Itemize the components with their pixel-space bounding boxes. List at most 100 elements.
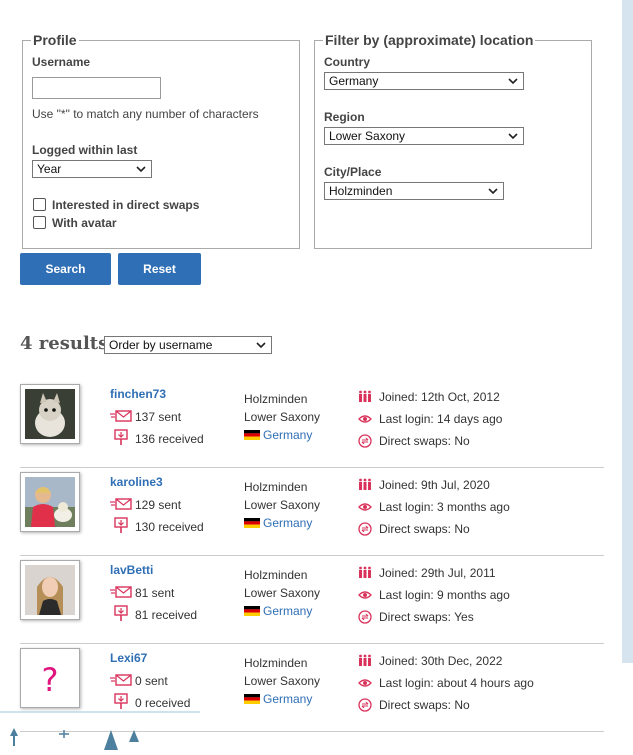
avatar[interactable]: ?	[20, 648, 80, 708]
sent-count: 129 sent	[135, 498, 182, 512]
user-row: finchen73 137 sent 136 received Holzminden L…	[20, 380, 604, 468]
user-city: Holzminden	[244, 480, 308, 494]
country-select[interactable]: Germany	[324, 72, 524, 90]
region-select[interactable]: Lower Saxony	[324, 127, 524, 145]
country-label: Country	[324, 55, 370, 69]
location-fieldset: Filter by (approximate) location Country…	[314, 32, 592, 249]
received-mailbox-icon	[114, 605, 128, 621]
chevron-down-icon	[508, 133, 518, 140]
direct-swaps-status: Direct swaps: No	[379, 522, 470, 536]
user-region: Lower Saxony	[244, 498, 321, 512]
people-icon	[359, 478, 371, 490]
location-legend: Filter by (approximate) location	[323, 32, 536, 48]
direct-swaps-status: Direct swaps: Yes	[379, 610, 474, 624]
avatar[interactable]	[20, 384, 80, 444]
swap-icon	[358, 434, 372, 448]
sent-envelope-icon	[110, 410, 132, 422]
swap-icon	[358, 522, 372, 536]
with-avatar-checkbox[interactable]	[33, 216, 46, 229]
avatar[interactable]	[20, 472, 80, 532]
region-label: Region	[324, 110, 365, 124]
user-region: Lower Saxony	[244, 410, 321, 424]
eye-icon	[358, 591, 372, 599]
username-link[interactable]: finchen73	[110, 387, 166, 401]
sent-envelope-icon	[110, 586, 132, 598]
germany-flag-icon	[244, 518, 260, 528]
sent-envelope-icon	[110, 674, 132, 686]
user-city: Holzminden	[244, 568, 308, 582]
direct-swaps-status: Direct swaps: No	[379, 434, 470, 448]
decorative-trees	[0, 711, 200, 750]
right-side-strip	[622, 0, 633, 663]
sent-count: 137 sent	[135, 410, 182, 424]
search-button[interactable]: Search	[20, 253, 111, 285]
swap-icon	[358, 610, 372, 624]
last-login: Last login: about 4 hours ago	[379, 676, 534, 690]
user-region: Lower Saxony	[244, 586, 321, 600]
user-row: karoline3 129 sent 130 received Holzminden L…	[20, 468, 604, 556]
eye-icon	[358, 415, 372, 423]
eye-icon	[358, 679, 372, 687]
profile-legend: Profile	[31, 32, 79, 48]
country-link[interactable]: Germany	[263, 604, 312, 618]
svg-text:?: ?	[42, 661, 59, 699]
sent-count: 81 sent	[135, 586, 175, 600]
people-icon	[359, 654, 371, 666]
received-count: 130 received	[135, 520, 204, 534]
last-login: Last login: 9 months ago	[379, 588, 510, 602]
order-by-select[interactable]: Order by username	[104, 336, 272, 354]
country-link[interactable]: Germany	[263, 428, 312, 442]
sent-count: 0 sent	[135, 674, 168, 688]
country-link[interactable]: Germany	[263, 692, 312, 706]
woman-portrait-photo	[25, 565, 75, 615]
logged-within-select[interactable]: Year	[32, 160, 152, 178]
eye-icon	[358, 503, 372, 511]
direct-swaps-label: Interested in direct swaps	[52, 198, 200, 212]
germany-flag-icon	[244, 694, 260, 704]
germany-flag-icon	[244, 606, 260, 616]
city-select[interactable]: Holzminden	[324, 182, 504, 200]
people-icon	[359, 566, 371, 578]
chevron-down-icon	[508, 78, 518, 85]
user-city: Holzminden	[244, 656, 308, 670]
wildcard-note: Use "*" to match any number of character…	[32, 107, 259, 121]
joined-date: Joined: 29th Jul, 2011	[379, 566, 496, 580]
question-mark-icon: ?	[42, 661, 59, 699]
last-login: Last login: 3 months ago	[379, 500, 510, 514]
received-mailbox-icon	[114, 517, 128, 533]
user-region: Lower Saxony	[244, 674, 321, 688]
cat-photo	[25, 389, 75, 439]
received-count: 136 received	[135, 432, 204, 446]
username-label: Username	[32, 55, 91, 69]
city-label: City/Place	[324, 165, 382, 179]
received-mailbox-icon	[114, 429, 128, 445]
joined-date: Joined: 12th Oct, 2012	[379, 390, 500, 404]
people-icon	[359, 390, 371, 402]
chevron-down-icon	[136, 166, 146, 173]
username-link[interactable]: lavBetti	[110, 563, 153, 577]
joined-date: Joined: 30th Dec, 2022	[379, 654, 503, 668]
reset-button[interactable]: Reset	[118, 253, 201, 285]
germany-flag-icon	[244, 430, 260, 440]
username-link[interactable]: karoline3	[110, 475, 163, 489]
user-row: lavBetti 81 sent 81 received Holzminden Lowe…	[20, 556, 604, 644]
swap-icon	[358, 698, 372, 712]
sent-envelope-icon	[110, 498, 132, 510]
username-link[interactable]: Lexi67	[110, 651, 147, 665]
joined-date: Joined: 9th Jul, 2020	[379, 478, 490, 492]
avatar[interactable]	[20, 560, 80, 620]
person-with-dog-photo	[25, 477, 75, 527]
with-avatar-label: With avatar	[52, 216, 117, 230]
chevron-down-icon	[256, 342, 266, 349]
direct-swaps-status: Direct swaps: No	[379, 698, 470, 712]
results-count: 4 results	[20, 333, 109, 354]
received-count: 81 received	[135, 608, 198, 622]
logged-within-label: Logged within last	[32, 143, 138, 157]
username-input[interactable]	[32, 77, 161, 99]
user-city: Holzminden	[244, 392, 308, 406]
direct-swaps-checkbox[interactable]	[33, 198, 46, 211]
country-link[interactable]: Germany	[263, 516, 312, 530]
profile-fieldset: Profile Username Use "*" to match any nu…	[22, 32, 300, 249]
last-login: Last login: 14 days ago	[379, 412, 503, 426]
chevron-down-icon	[488, 188, 498, 195]
